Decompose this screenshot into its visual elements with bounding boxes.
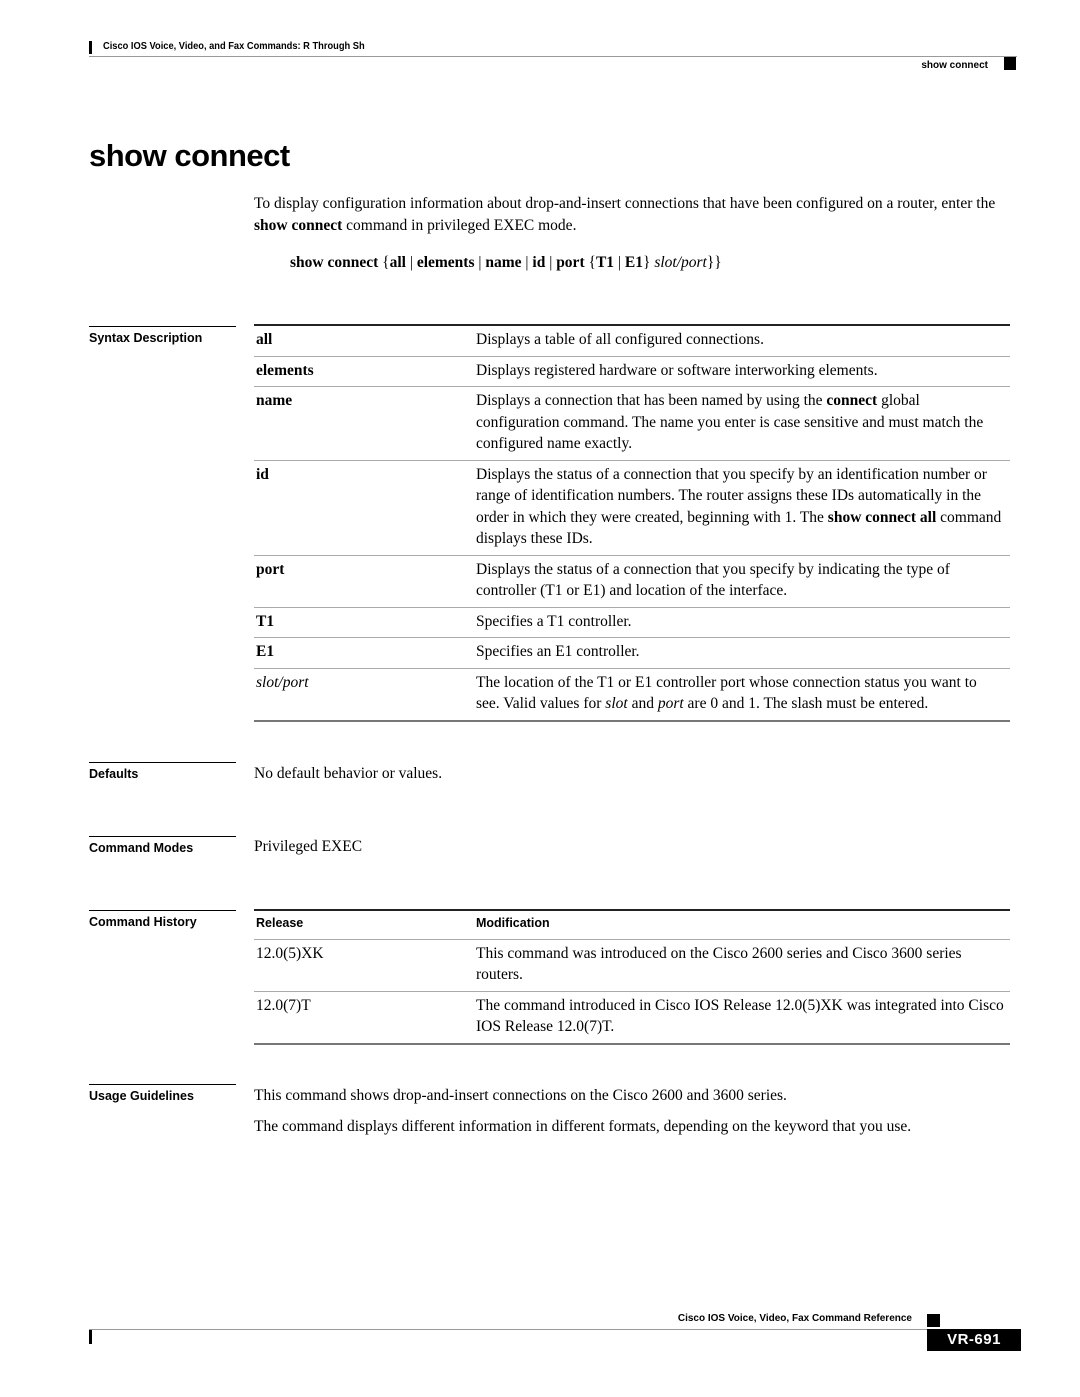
syntax-description: Specifies a T1 controller. bbox=[476, 611, 1010, 633]
syntax-brace: } bbox=[642, 254, 651, 271]
description-text: Displays a connection that has been name… bbox=[476, 392, 827, 409]
section-label-command-history: Command History bbox=[89, 910, 236, 929]
syntax-description: Displays the status of a connection that… bbox=[476, 559, 1010, 602]
description-text: port bbox=[657, 695, 684, 712]
history-release: 12.0(5)XK bbox=[256, 944, 324, 962]
section-label-defaults: Defaults bbox=[89, 762, 236, 781]
intro-text-1: To display configuration information abo… bbox=[254, 195, 996, 212]
description-text: Displays registered hardware or software… bbox=[476, 361, 878, 379]
syntax-keyword: E1 bbox=[256, 643, 275, 660]
header-bar-mark bbox=[89, 41, 92, 54]
description-text: Displays the status of a connection that… bbox=[476, 560, 950, 600]
description-text: connect bbox=[826, 392, 878, 409]
description-text: and bbox=[627, 695, 658, 712]
intro-paragraph: To display configuration information abo… bbox=[254, 193, 1024, 236]
description-text: are 0 and 1. The slash must be entered. bbox=[683, 695, 929, 712]
syntax-row: id Displays the status of a connection th… bbox=[254, 459, 1010, 555]
syntax-argument: slot/port bbox=[654, 254, 707, 271]
footer-bar-mark bbox=[89, 1330, 92, 1344]
syntax-sep: | bbox=[405, 254, 417, 271]
section-label-syntax-description: Syntax Description bbox=[89, 326, 236, 345]
syntax-keyword: elements bbox=[256, 361, 314, 379]
usage-paragraph: This command shows drop-and-insert conne… bbox=[254, 1087, 787, 1104]
syntax-row: T1 Specifies a T1 controller. bbox=[254, 606, 1010, 638]
syntax-keyword: name bbox=[256, 392, 293, 409]
description-text: Specifies an E1 controller. bbox=[476, 643, 640, 660]
syntax-sep: | bbox=[521, 254, 533, 271]
command-modes-text: Privileged EXEC bbox=[254, 838, 363, 855]
syntax-keyword: all bbox=[256, 331, 273, 348]
syntax-description-table: all Displays a table of all configured co… bbox=[254, 324, 1010, 722]
syntax-keyword: port bbox=[256, 560, 285, 578]
section-label-usage-guidelines: Usage Guidelines bbox=[89, 1084, 236, 1103]
description-text: show connect all bbox=[827, 508, 937, 526]
syntax-row: E1 Specifies an E1 controller. bbox=[254, 637, 1010, 668]
intro-text-2: command in privileged EXEC mode. bbox=[342, 216, 577, 234]
history-row: 12.0(5)XK This command was introduced on… bbox=[254, 938, 1010, 991]
command-syntax: show connect {all | elements | name | id… bbox=[290, 254, 722, 272]
command-history-table: Release Modification 12.0(5)XK This comm… bbox=[254, 909, 1010, 1045]
syntax-description: The location of the T1 or E1 controller … bbox=[476, 672, 1010, 715]
syntax-keyword: slot/port bbox=[256, 673, 309, 691]
syntax-sep: | bbox=[474, 254, 486, 271]
syntax-keyword-e1: E1 bbox=[624, 254, 643, 271]
syntax-row: all Displays a table of all configured co… bbox=[254, 326, 1010, 356]
header-book-title: Cisco IOS Voice, Video, and Fax Commands… bbox=[103, 41, 365, 52]
footer-square-mark bbox=[927, 1314, 940, 1327]
history-header-release: Release bbox=[256, 916, 304, 930]
history-header-modification: Modification bbox=[476, 916, 550, 930]
header-rule bbox=[89, 56, 1017, 57]
syntax-sep: | bbox=[614, 254, 625, 271]
history-row: 12.0(7)T The command introduced in Cisco… bbox=[254, 990, 1010, 1043]
syntax-keyword-port: port bbox=[556, 254, 585, 271]
defaults-text: No default behavior or values. bbox=[254, 765, 443, 782]
history-modification: This command was introduced on the Cisco… bbox=[476, 944, 962, 984]
syntax-keyword-elements: elements bbox=[416, 254, 475, 271]
syntax-sep: | bbox=[545, 254, 557, 271]
syntax-description: Displays a connection that has been name… bbox=[476, 390, 1010, 455]
syntax-description: Displays the status of a connection that… bbox=[476, 464, 1010, 550]
syntax-description: Displays a table of all configured conne… bbox=[476, 329, 1010, 351]
footer-rule bbox=[89, 1329, 1017, 1330]
intro-command: show connect bbox=[254, 216, 343, 234]
description-text: Specifies a T1 controller. bbox=[476, 612, 632, 630]
syntax-brace: { bbox=[588, 254, 596, 271]
history-release: 12.0(7)T bbox=[256, 996, 311, 1014]
syntax-keyword-id: id bbox=[532, 254, 546, 271]
syntax-keyword: T1 bbox=[256, 612, 275, 630]
syntax-row: elements Displays registered hardware or … bbox=[254, 355, 1010, 387]
syntax-row: name Displays a connection that has been … bbox=[254, 386, 1010, 460]
syntax-keyword: id bbox=[256, 465, 269, 483]
usage-paragraph: The command displays different informati… bbox=[254, 1117, 912, 1135]
header-square-mark bbox=[1004, 57, 1016, 70]
syntax-row: slot/port The location of the T1 or E1 co… bbox=[254, 667, 1010, 720]
syntax-keyword-name: name bbox=[485, 254, 522, 271]
syntax-command: show connect bbox=[290, 254, 379, 271]
syntax-keyword-t1: T1 bbox=[595, 254, 615, 271]
page-number: VR-691 bbox=[927, 1329, 1021, 1351]
history-modification: The command introduced in Cisco IOS Rele… bbox=[476, 996, 1004, 1036]
footer-book-title: Cisco IOS Voice, Video, Fax Command Refe… bbox=[677, 1313, 912, 1324]
page-title: show connect bbox=[89, 138, 290, 173]
description-text: slot bbox=[605, 695, 628, 712]
usage-guidelines: This command shows drop-and-insert conne… bbox=[254, 1085, 1014, 1137]
header-running-title: show connect bbox=[921, 60, 988, 71]
history-header-row: Release Modification bbox=[254, 911, 1010, 939]
syntax-description: Specifies an E1 controller. bbox=[476, 641, 1010, 663]
section-label-command-modes: Command Modes bbox=[89, 836, 236, 855]
syntax-description: Displays registered hardware or software… bbox=[476, 360, 1010, 382]
syntax-brace: { bbox=[382, 254, 390, 271]
syntax-keyword-all: all bbox=[389, 254, 406, 271]
syntax-row: port Displays the status of a connection … bbox=[254, 554, 1010, 607]
description-text: Displays a table of all configured conne… bbox=[476, 331, 764, 348]
syntax-brace: }} bbox=[706, 254, 722, 271]
